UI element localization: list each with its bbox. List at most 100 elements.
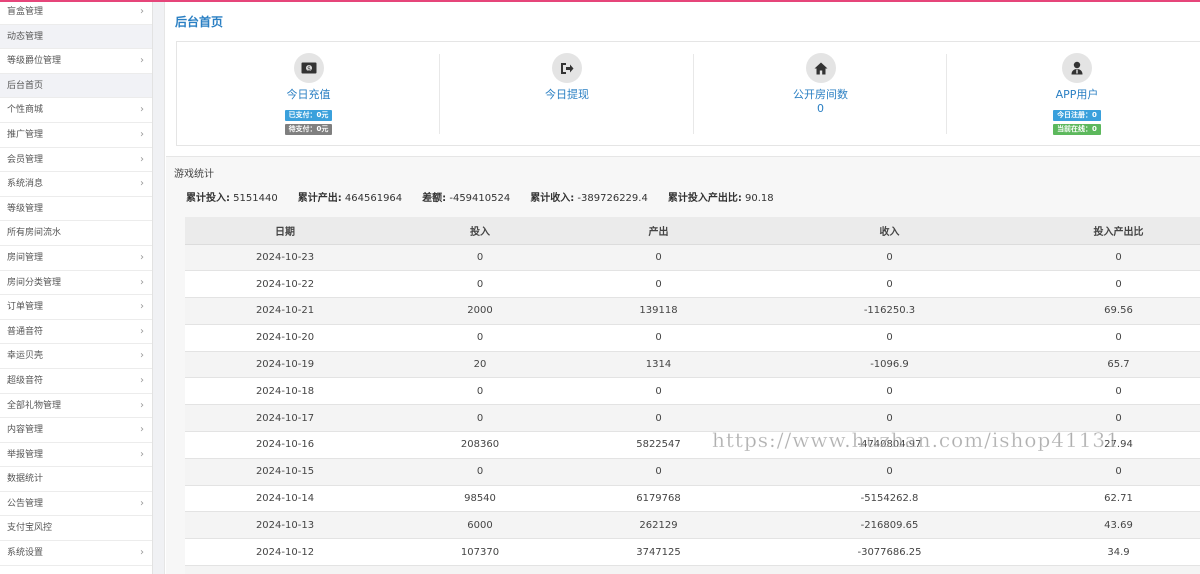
sidebar-item[interactable]: 会员管理 › (0, 147, 152, 173)
sidebar-item-label: 全部礼物管理 (7, 400, 62, 411)
column-header: 日期 (185, 217, 385, 245)
table-cell: 0 (742, 324, 1037, 352)
sidebar-item[interactable]: 所有房间流水 (0, 221, 152, 246)
table-row: 2024-10-23 0 0 0 0 (185, 244, 1200, 272)
table-cell: 0 (575, 565, 742, 574)
table-cell: 0 (1037, 270, 1200, 299)
watermark-text: https://www.huzhan.com/ishop41131 (712, 428, 1120, 453)
sidebar-item-label: 后台首页 (7, 80, 44, 91)
top-accent-line (0, 0, 1200, 2)
table-cell: 262129 (575, 511, 742, 540)
summary-label: 累计投入: (186, 193, 230, 204)
summary-value: -389726229.4 (574, 193, 648, 204)
game-summary: 累计投入: 5151440 累计产出: 464561964 差额: -4594105… (186, 189, 794, 204)
table-cell: 98540 (385, 485, 575, 513)
table-cell: -5154262.8 (742, 485, 1037, 513)
sidebar-item[interactable]: 公告管理 › (0, 491, 152, 517)
column-header: 收入 (742, 217, 1037, 245)
stat-title: APP用户 (1055, 88, 1099, 101)
table-cell: 0 (742, 270, 1037, 299)
chevron-right-icon: › (140, 55, 144, 67)
table-cell: 2024-10-15 (185, 458, 385, 486)
money-icon: $ (293, 53, 324, 83)
sidebar-item[interactable]: 系统消息 › (0, 172, 152, 197)
table-row: 2024-10-22 0 0 0 0 (185, 270, 1200, 299)
stat-card[interactable]: 公开房间数 0 (694, 42, 947, 147)
table-cell: 2024-10-11 (185, 565, 385, 574)
column-header: 投入 (385, 217, 575, 245)
sidebar-item[interactable]: 幸运贝壳 › (0, 344, 152, 369)
table-row: 2024-10-13 6000 262129 -216809.65 43.69 (185, 511, 1200, 540)
sidebar-item[interactable]: 普通音符 › (0, 319, 152, 345)
status-badge: 待支付：0元 (284, 124, 333, 135)
sidebar-item-label: 盲盒管理 (7, 7, 44, 17)
table-cell: 65.7 (1037, 351, 1200, 379)
table-cell: 6179768 (575, 485, 742, 513)
table-cell: 0 (1037, 458, 1200, 486)
sidebar-item[interactable]: 全部礼物管理 › (0, 393, 152, 419)
sidebar-item-label: 等级管理 (7, 203, 44, 214)
table-cell: 1314 (575, 351, 742, 379)
table-cell: 69.56 (1037, 297, 1200, 325)
stat-title: 公开房间数 (793, 88, 848, 101)
sidebar-item-label: 订单管理 (7, 302, 44, 313)
table-cell: 2024-10-13 (185, 511, 385, 540)
sign-out-icon (552, 53, 582, 83)
sidebar-item[interactable]: 房间管理 › (0, 245, 152, 271)
table-row: 2024-10-21 2000 139118 -116250.3 69.56 (185, 297, 1200, 325)
chevron-right-icon: › (140, 301, 144, 313)
stats-panel: $ 今日充值 已支付：0元 待支付：0元 今日提现 公开房间数 0 APP用户 今日注册：0 当前… (176, 41, 1200, 146)
sidebar-collapse-bar[interactable] (153, 0, 165, 574)
sidebar-item[interactable]: 超级音符 › (0, 368, 152, 394)
sidebar-item[interactable]: 个性商城 › (0, 98, 152, 123)
summary-item: 累计投入产出比: 90.18 (668, 193, 774, 204)
sidebar-item[interactable]: 举报管理 › (0, 442, 152, 468)
table-cell: 2024-10-14 (185, 485, 385, 513)
table-cell: 0 (742, 244, 1037, 272)
sidebar-item-label: 举报管理 (7, 449, 44, 460)
sidebar-item[interactable]: 数据统计 (0, 467, 152, 492)
table-cell: 107370 (385, 538, 575, 567)
game-stats-table-wrap: 日期 投入 产出 收入 投入产出比 2024-10-23 0 0 0 0 2024-10-22 0 0… (185, 217, 1200, 574)
summary-item: 累计收入: -389726229.4 (530, 193, 648, 204)
chevron-right-icon: › (140, 350, 144, 362)
chevron-right-icon: › (140, 104, 144, 116)
sidebar-item[interactable]: 系统设置 › (0, 541, 152, 566)
chevron-right-icon: › (140, 399, 144, 411)
chevron-right-icon: › (140, 325, 144, 337)
sidebar-item[interactable]: 动态管理 (0, 24, 152, 50)
sidebar: 盲盒管理 › 动态管理 等级爵位管理 › 后台首页 个性商城 › 推广管理 › 会员管理 › 系统消息 ›… (0, 0, 153, 574)
table-cell: 62.71 (1037, 485, 1200, 513)
stat-title: 今日充值 (286, 88, 331, 101)
stat-card[interactable]: APP用户 今日注册：0 当前在线：0 (947, 42, 1200, 147)
table-cell: 0 (742, 565, 1037, 574)
sidebar-item[interactable]: 房间分类管理 › (0, 270, 152, 296)
sidebar-item-label: 所有房间流水 (7, 228, 62, 239)
sidebar-item[interactable]: 等级管理 (0, 196, 152, 222)
sidebar-item-label: 系统消息 (7, 179, 44, 190)
table-cell: 0 (1037, 324, 1200, 352)
table-cell: 0 (385, 458, 575, 486)
table-cell: 139118 (575, 297, 742, 325)
table-cell: -116250.3 (742, 297, 1037, 325)
sidebar-item[interactable]: 推广管理 › (0, 122, 152, 148)
chevron-right-icon: › (140, 251, 144, 263)
sidebar-item[interactable]: 订单管理 › (0, 295, 152, 320)
sidebar-item-label: 房间分类管理 (7, 277, 62, 288)
main-content: 后台首页 $ 今日充值 已支付：0元 待支付：0元 今日提现 公开房间数 0 APP用户 今日注… (166, 2, 1200, 574)
table-cell: 0 (385, 404, 575, 433)
sidebar-item[interactable]: 内容管理 › (0, 418, 152, 443)
chevron-right-icon: › (140, 424, 144, 436)
summary-label: 累计投入产出比: (667, 193, 742, 204)
table-cell: 0 (385, 270, 575, 299)
sidebar-item[interactable]: 支付宝风控 (0, 516, 152, 542)
sidebar-item[interactable]: 等级爵位管理 › (0, 49, 152, 74)
stat-card[interactable]: 今日提现 (440, 42, 694, 147)
status-badge: 当前在线：0 (1053, 124, 1101, 135)
sidebar-item[interactable]: 盲盒管理 › (0, 0, 152, 25)
game-stats-section: 游戏统计 累计投入: 5151440 累计产出: 464561964 差额: -45… (166, 156, 1200, 574)
sidebar-item-label: 内容管理 (7, 425, 44, 436)
stat-card[interactable]: $ 今日充值 已支付：0元 待支付：0元 (177, 42, 440, 147)
sidebar-item[interactable]: 后台首页 (0, 73, 152, 99)
table-cell: 0 (1037, 565, 1200, 574)
